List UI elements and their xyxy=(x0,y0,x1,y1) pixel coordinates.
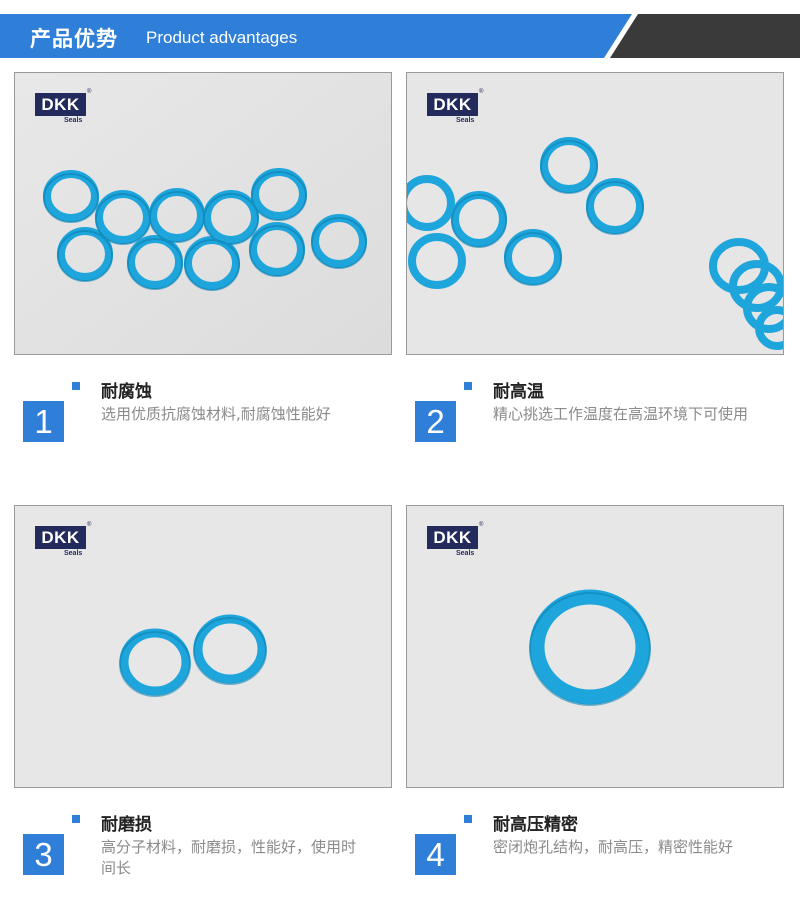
bullet-square-icon xyxy=(72,815,80,823)
logo-brand: DKK xyxy=(427,526,478,549)
feature-title: 耐腐蚀 xyxy=(101,382,152,402)
feature-description: 高分子材料，耐磨损，性能好，使用时间长 xyxy=(101,838,357,877)
product-photo-2: DKK ® Seals xyxy=(406,72,784,355)
logo-registered: ® xyxy=(87,89,92,95)
dkk-logo: DKK ® Seals xyxy=(35,89,91,129)
feature-description: 精心挑选工作温度在高温环境下可使用 xyxy=(493,405,749,423)
feature-title: 耐磨损 xyxy=(101,815,152,835)
product-photo-3: DKK ® Seals xyxy=(14,505,392,788)
bullet-square-icon xyxy=(464,815,472,823)
logo-brand: DKK xyxy=(35,93,86,116)
logo-registered: ® xyxy=(479,522,484,528)
logo-brand: DKK xyxy=(35,526,86,549)
feature-number: 1 xyxy=(23,401,64,442)
feature-description: 选用优质抗腐蚀材料,耐腐蚀性能好 xyxy=(101,405,331,423)
banner-title: 产品优势 xyxy=(30,27,118,51)
logo-registered: ® xyxy=(87,522,92,528)
feature-number: 2 xyxy=(415,401,456,442)
product-photo-1: DKK ® Seals xyxy=(14,72,392,355)
dkk-logo: DKK ® Seals xyxy=(35,522,91,562)
bullet-square-icon xyxy=(464,382,472,390)
logo-registered: ® xyxy=(479,89,484,95)
bullet-square-icon xyxy=(72,382,80,390)
feature-2: 2 耐高温 精心挑选工作温度在高温环境下可使用 xyxy=(415,382,775,472)
feature-1: 1 耐腐蚀 选用优质抗腐蚀材料,耐腐蚀性能好 xyxy=(23,382,383,472)
feature-3: 3 耐磨损 高分子材料，耐磨损，性能好，使用时间长 xyxy=(23,815,383,905)
feature-number: 4 xyxy=(415,834,456,875)
feature-title: 耐高压精密 xyxy=(493,815,578,835)
logo-tag: Seals xyxy=(64,117,83,124)
logo-tag: Seals xyxy=(456,117,475,124)
banner-subtitle: Product advantages xyxy=(146,28,298,47)
banner-background xyxy=(0,14,800,58)
logo-tag: Seals xyxy=(456,550,475,557)
dkk-logo: DKK ® Seals xyxy=(427,89,483,129)
feature-number: 3 xyxy=(23,834,64,875)
logo-tag: Seals xyxy=(64,550,83,557)
dkk-logo: DKK ® Seals xyxy=(427,522,483,562)
feature-description: 密闭炮孔结构，耐高压，精密性能好 xyxy=(493,838,734,856)
product-photo-4: DKK ® Seals xyxy=(406,505,784,788)
section-banner: 产品优势 Product advantages xyxy=(0,14,800,58)
feature-4: 4 耐高压精密 密闭炮孔结构，耐高压，精密性能好 xyxy=(415,815,775,905)
feature-title: 耐高温 xyxy=(493,382,544,402)
logo-brand: DKK xyxy=(427,93,478,116)
